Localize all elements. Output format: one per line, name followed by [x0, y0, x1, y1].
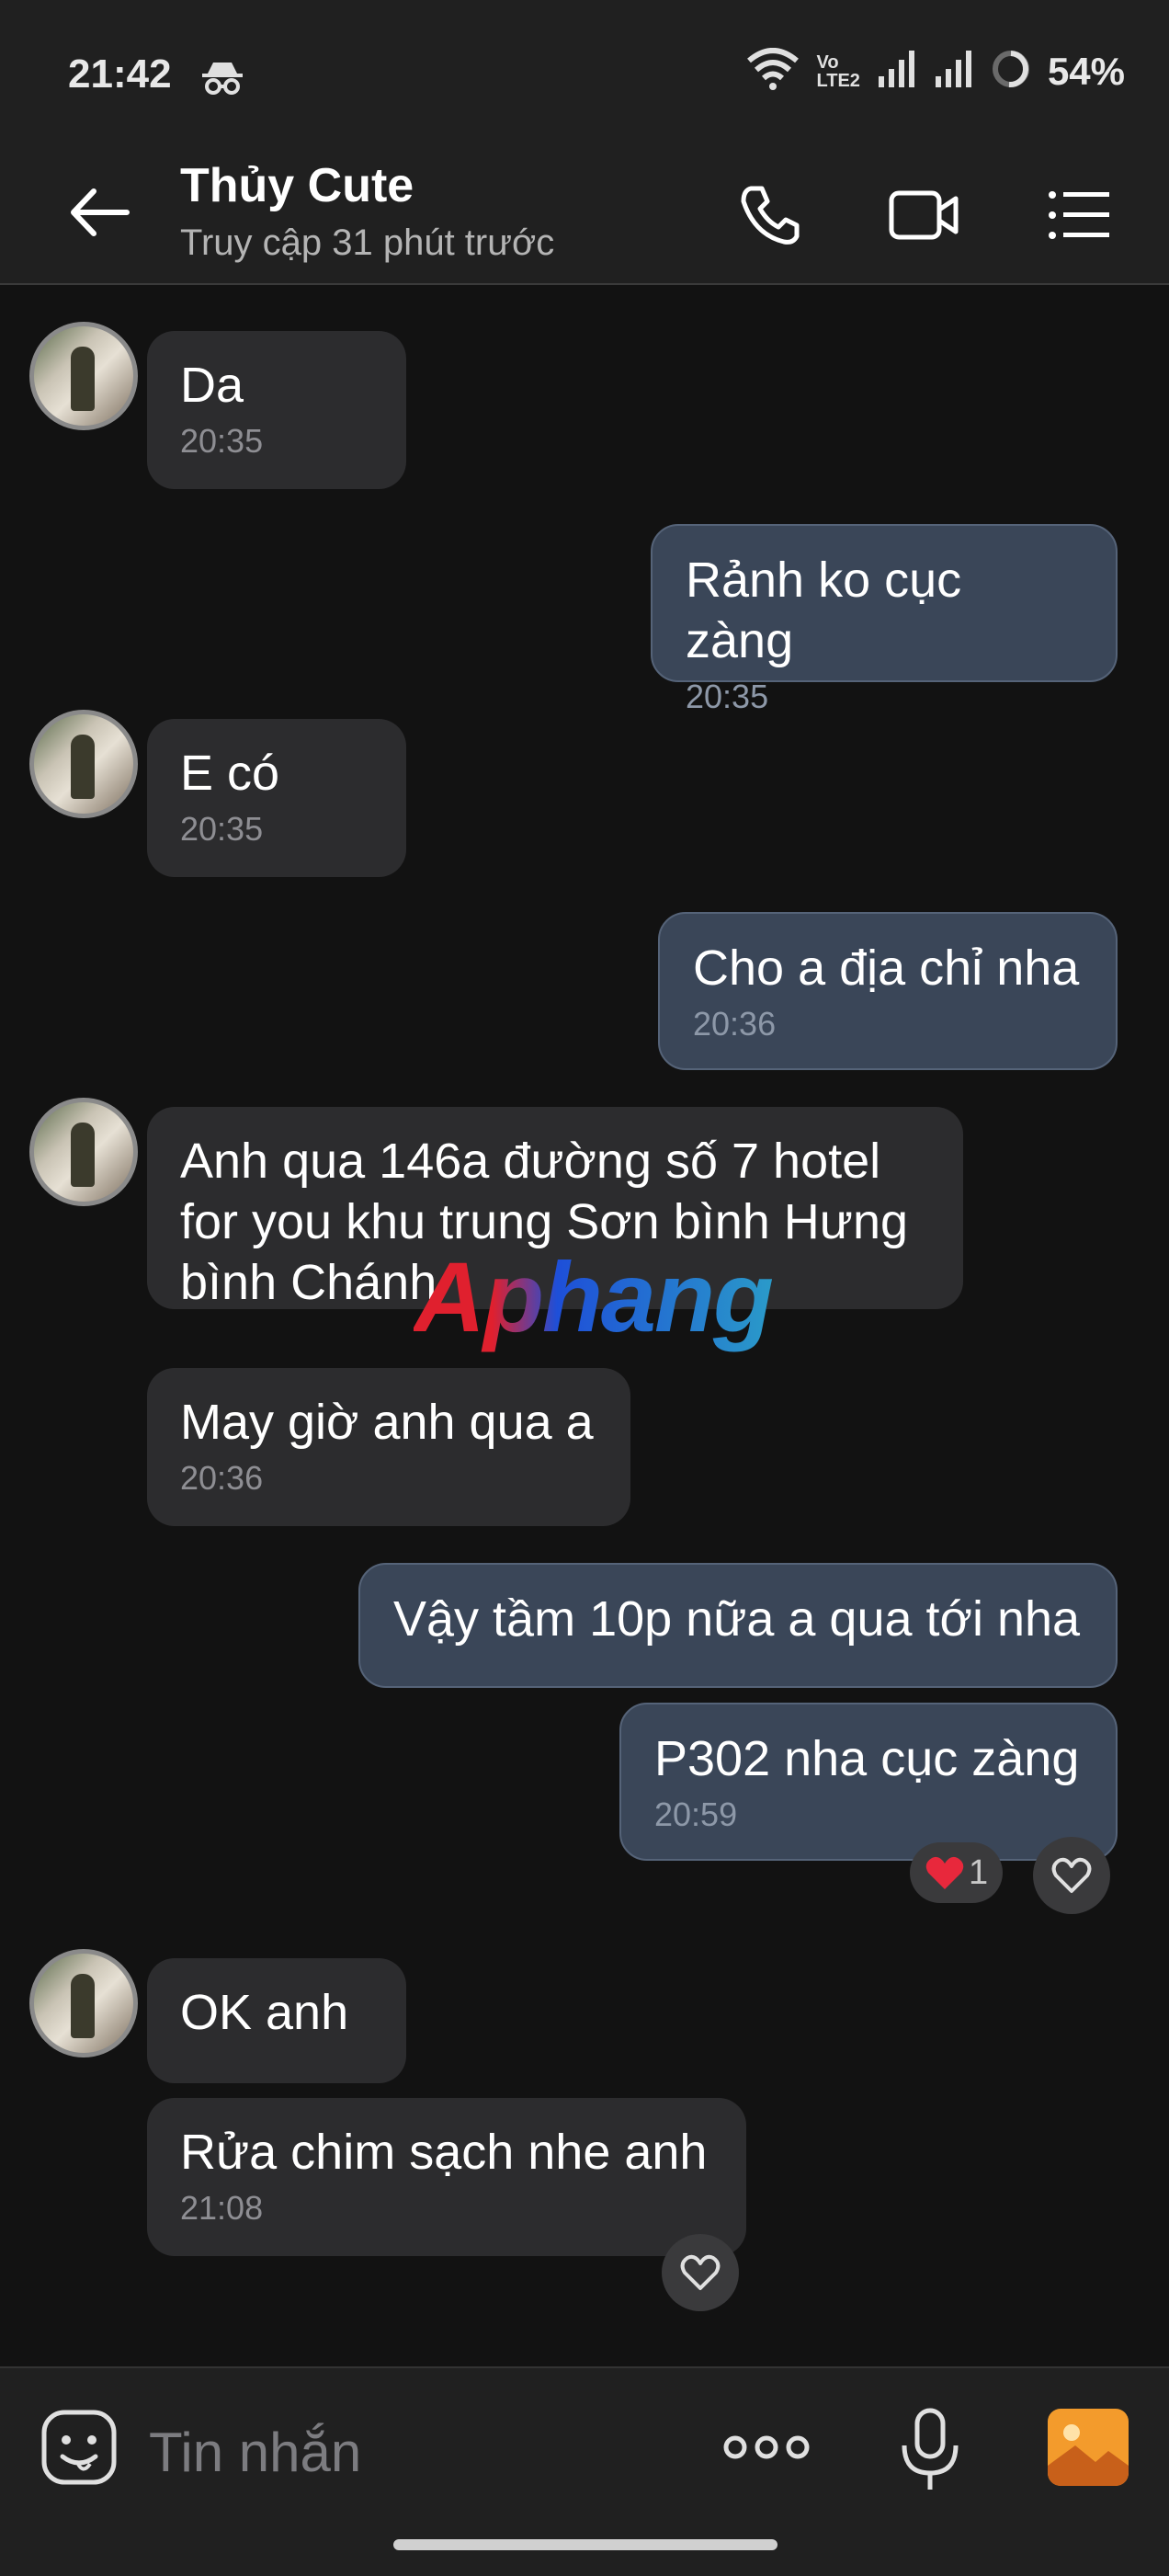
contact-avatar[interactable] [29, 1098, 138, 1206]
reaction-count: 1 [969, 1852, 989, 1892]
arrow-left-icon [71, 188, 130, 236]
signal-2-icon [934, 49, 974, 94]
message-bubble-outgoing[interactable]: Cho a địa chỉ nha 20:36 [658, 912, 1118, 1070]
message-time: 20:36 [180, 1459, 264, 1497]
back-button[interactable] [68, 180, 142, 245]
message-time: 20:36 [693, 1005, 777, 1043]
battery-percent: 54% [1047, 49, 1125, 93]
voice-call-button[interactable] [733, 178, 807, 252]
image-gallery-icon [1048, 2424, 1129, 2486]
message-bubble-incoming[interactable]: E có 20:35 [147, 719, 406, 877]
react-button[interactable] [662, 2234, 739, 2311]
message-text: Vậy tầm 10p nữa a qua tới nha [393, 1591, 1081, 1647]
more-dots-icon [723, 2435, 810, 2459]
contact-avatar[interactable] [29, 710, 138, 818]
contact-avatar[interactable] [29, 322, 138, 430]
watermark-logo: Aphang [414, 1241, 774, 1352]
message-text: Rửa chim sạch nhe anh [180, 2125, 708, 2180]
red-heart-icon [925, 1856, 964, 1889]
voice-message-button[interactable] [897, 2405, 963, 2493]
message-bubble-incoming[interactable]: Da 20:35 [147, 331, 406, 489]
status-bar: 21:42 Vo LTE2 54% [0, 0, 1169, 138]
video-camera-icon [889, 190, 959, 240]
heart-outline-icon [1051, 1857, 1092, 1893]
message-bubble-incoming[interactable]: May giờ anh qua a 20:36 [147, 1368, 630, 1526]
message-bubble-incoming[interactable]: OK anh [147, 1958, 406, 2083]
message-text: E có [180, 746, 280, 801]
message-bubble-outgoing[interactable]: P302 nha cục zàng 20:59 [619, 1703, 1118, 1861]
contact-name[interactable]: Thủy Cute [180, 158, 414, 213]
message-bubble-incoming[interactable]: Rửa chim sạch nhe anh 21:08 [147, 2098, 746, 2256]
status-time: 21:42 [68, 51, 172, 97]
home-indicator [393, 2539, 777, 2550]
message-time: 20:35 [180, 810, 264, 848]
signal-1-icon [877, 49, 917, 94]
message-bubble-outgoing[interactable]: Rảnh ko cục zàng 20:35 [651, 524, 1118, 715]
wifi-icon [745, 48, 800, 95]
message-text: Rảnh ko cục zàng [686, 553, 962, 668]
react-button[interactable] [1033, 1837, 1110, 1914]
chat-options-button[interactable] [1042, 178, 1116, 252]
message-time: 21:08 [180, 2189, 264, 2227]
microphone-icon [902, 2408, 959, 2490]
list-menu-icon [1049, 191, 1109, 239]
message-time: 20:35 [686, 678, 769, 715]
volte-icon: Vo LTE2 [817, 53, 860, 90]
last-seen-status: Truy cập 31 phút trước [180, 222, 555, 263]
sticker-face-icon [41, 2410, 117, 2485]
message-text: Da [180, 358, 244, 413]
message-text: P302 nha cục zàng [654, 1731, 1080, 1786]
message-input[interactable] [147, 2416, 665, 2488]
heart-outline-icon [680, 2254, 721, 2290]
message-bubble-outgoing[interactable]: Vậy tầm 10p nữa a qua tới nha [358, 1563, 1118, 1688]
incognito-icon [200, 59, 244, 100]
message-text-line: Anh qua 146a đường số 7 hotel [180, 1134, 881, 1189]
chat-header: Thủy Cute Truy cập 31 phút trước [0, 138, 1169, 285]
more-options-button[interactable] [722, 2420, 811, 2475]
contact-avatar[interactable] [29, 1949, 138, 2057]
battery-icon [991, 49, 1031, 94]
message-text: OK anh [180, 1985, 349, 2040]
video-call-button[interactable] [888, 178, 961, 252]
volte-bottom: LTE2 [816, 70, 860, 91]
message-text: May giờ anh qua a [180, 1395, 594, 1450]
volte-top: Vo [816, 51, 839, 73]
phone-icon [741, 186, 800, 245]
message-text: Cho a địa chỉ nha [693, 940, 1080, 996]
heart-reaction-badge[interactable]: 1 [910, 1842, 1004, 1903]
gallery-button[interactable] [1048, 2409, 1129, 2486]
message-time: 20:59 [654, 1795, 738, 1833]
sticker-button[interactable] [40, 2409, 118, 2486]
message-time: 20:35 [180, 422, 264, 460]
